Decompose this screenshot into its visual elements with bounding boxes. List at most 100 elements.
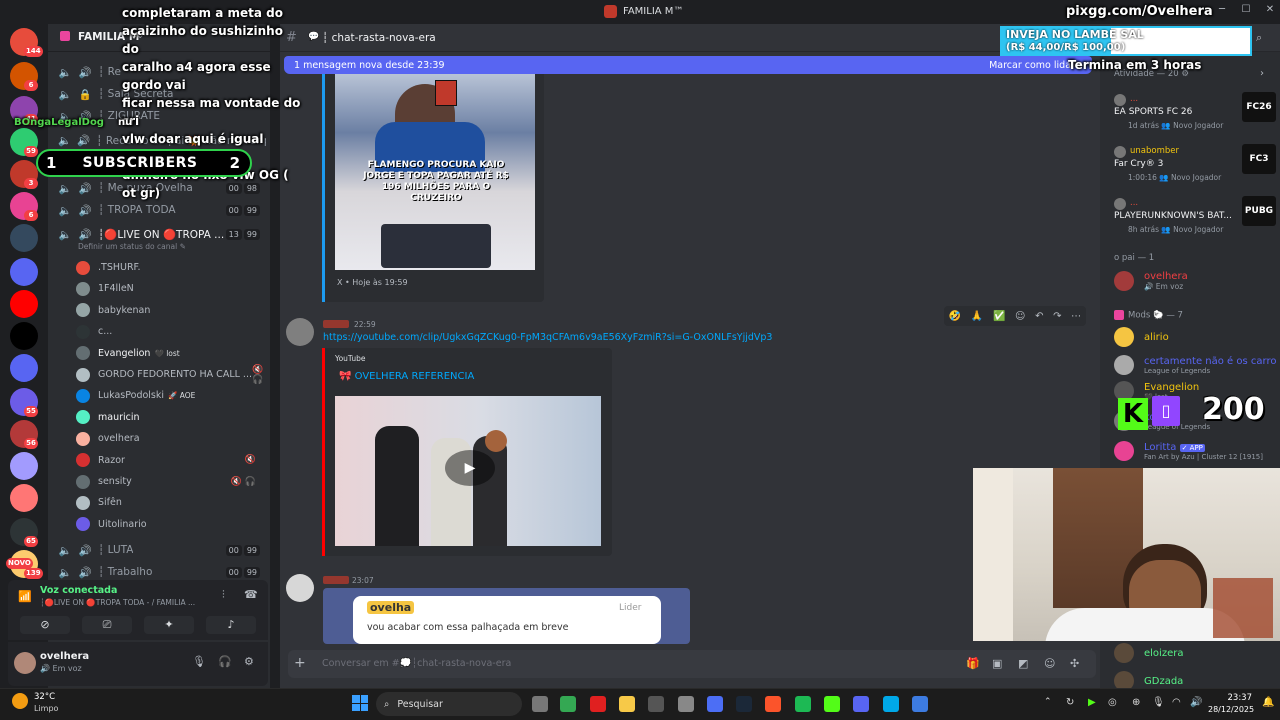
voice-member[interactable]: Uitolinario [76, 515, 266, 534]
laugh-emoji-icon[interactable]: 🤣 [949, 311, 961, 322]
mic-tray-icon[interactable]: 🎙 [1152, 697, 1165, 708]
noise-icon[interactable]: ⫶ [222, 588, 225, 602]
chevron-up-icon[interactable]: ⌃ [1044, 697, 1052, 707]
forward-icon[interactable]: ↷ [1053, 311, 1061, 322]
play-icon[interactable]: ▶ [445, 450, 495, 486]
windows-start-icon[interactable] [352, 695, 368, 711]
opera-icon[interactable] [590, 696, 606, 712]
add-reaction-icon[interactable]: ☺ [1015, 311, 1025, 322]
new-messages-bar[interactable]: 1 mensagem nova desde 23:39 Marcar como … [284, 56, 1092, 74]
message-input[interactable]: Conversar em #💭┆chat-rasta-nova-era [322, 658, 511, 669]
app-icon[interactable] [648, 696, 664, 712]
voice-channel[interactable]: 🔈 🔊 ┆ TROPA TODA 00 99 [52, 200, 266, 220]
play-tray-icon[interactable]: ▶ [1088, 697, 1096, 708]
disconnect-icon[interactable]: ☎ [244, 588, 258, 601]
channel-status-hint[interactable]: Definir um status do canal ✎ [78, 242, 186, 251]
play-app-icon[interactable] [824, 696, 840, 712]
sync-icon[interactable]: ↻ [1066, 697, 1074, 708]
voice-member[interactable]: babykenan [76, 301, 266, 320]
wifi-icon[interactable]: ◠ [1172, 697, 1181, 708]
avatar[interactable] [14, 652, 36, 674]
emoji-icon[interactable]: ☺ [1044, 657, 1055, 670]
photos-icon[interactable] [912, 696, 928, 712]
voice-member[interactable]: Sifên [76, 493, 266, 512]
clock-date[interactable]: 28/12/2025 [1208, 705, 1254, 714]
screen-share-icon[interactable]: ⎚ [82, 616, 132, 634]
weather-icon[interactable] [12, 693, 28, 709]
voice-member[interactable]: sensity 🔇 🎧 [76, 472, 266, 491]
globe-icon[interactable]: ⊕ [1132, 697, 1140, 708]
gif-icon[interactable]: ▣ [992, 657, 1002, 670]
voice-member[interactable]: LukasPodolski 🚀 AOE [76, 386, 266, 405]
author-name[interactable] [323, 576, 349, 584]
pray-emoji-icon[interactable]: 🙏 [971, 311, 983, 322]
clock-time[interactable]: 23:37 [1226, 693, 1253, 703]
camera-off-icon[interactable]: ⊘ [20, 616, 70, 634]
voice-member[interactable]: Razor 🔇 [76, 451, 266, 470]
gift-icon[interactable]: 🎁 [966, 657, 980, 670]
notification-icon[interactable]: 🔔 [1262, 697, 1274, 708]
minimize-icon[interactable]: ─ [1214, 4, 1230, 18]
apps-icon[interactable]: ✣ [1070, 657, 1079, 670]
server-icon[interactable] [10, 322, 38, 350]
microphone-icon[interactable]: 🎙 [192, 655, 206, 668]
soundboard-icon[interactable]: ♪ [206, 616, 256, 634]
video-thumbnail[interactable]: ▶ [335, 396, 601, 546]
notes-icon[interactable] [883, 696, 899, 712]
voice-channel[interactable]: ┆🔴LIVE ON 🔴TROPA TODA - / FAMILIA ... [40, 598, 195, 607]
network-icon[interactable]: ◎ [1108, 697, 1117, 708]
voice-member[interactable]: .TSHURF. [76, 258, 266, 277]
folder-icon[interactable] [619, 696, 635, 712]
more-icon[interactable]: ⋯ [1071, 311, 1081, 322]
server-icon[interactable] [10, 224, 38, 252]
volume-icon[interactable]: 🔊 [1190, 697, 1202, 708]
voice-channel[interactable]: 🔈 🔊 ┆ LUTA 00 99 [52, 540, 266, 560]
spotify-icon[interactable] [795, 696, 811, 712]
steam-icon[interactable] [736, 696, 752, 712]
voice-channel[interactable]: 🔈 🔊 ┆ Trabalho 00 99 [52, 562, 266, 582]
maximize-icon[interactable]: ☐ [1238, 4, 1254, 18]
close-icon[interactable]: ✕ [1262, 4, 1278, 18]
member-item[interactable]: eloizera [1114, 642, 1276, 664]
server-icon[interactable] [10, 290, 38, 318]
sticker-icon[interactable]: ◩ [1018, 657, 1028, 670]
voice-member[interactable]: ovelhera [76, 429, 266, 448]
server-icon[interactable] [10, 484, 38, 512]
activities-icon[interactable]: ✦ [144, 616, 194, 634]
voice-member[interactable]: mauricin [76, 408, 266, 427]
voice-channel[interactable]: 🔈 🔊 ┆🔴LIVE ON 🔴TROPA ... 13 99 [52, 224, 266, 244]
message-image[interactable]: ovelha Lider vou acabar com essa palhaça… [323, 588, 690, 644]
obs-icon[interactable] [678, 696, 694, 712]
member-item[interactable]: Loritta ✓ APP Fan Art by Azu | Cluster 12… [1114, 440, 1276, 462]
voice-member[interactable]: 1F4lleN [76, 279, 266, 298]
taskbar-search[interactable]: ⌕ Pesquisar [376, 692, 522, 716]
reply-icon[interactable]: ↶ [1035, 311, 1043, 322]
gear-icon[interactable]: ⚙ [244, 655, 254, 668]
voice-member[interactable]: c... [76, 322, 266, 341]
voice-member[interactable]: Evangelion 🖤 lost [76, 344, 266, 363]
avatar[interactable] [286, 574, 314, 602]
embed-title[interactable]: 🎀 OVELHERA REFERENCIA [339, 371, 474, 382]
author-name[interactable] [323, 320, 349, 328]
discord-icon[interactable] [853, 696, 869, 712]
check-emoji-icon[interactable]: ✅ [993, 311, 1005, 322]
arrow-app-icon[interactable] [707, 696, 723, 712]
activity-item[interactable]: unabomber Far Cry® 3 1:00:16 👥 Novo Jogado… [1110, 144, 1276, 188]
chevron-right-icon[interactable]: › [1260, 68, 1264, 79]
avatar[interactable] [286, 318, 314, 346]
message-link[interactable]: https://youtube.com/clip/UgkxGqZCKug0-Fp… [323, 332, 793, 343]
server-icon[interactable] [10, 452, 38, 480]
server-icon[interactable] [10, 258, 38, 286]
plus-icon[interactable]: + [294, 655, 306, 671]
activity-item[interactable]: ... PLAYERUNKNOWN'S BAT... 8h atrás 👥 Novo… [1110, 196, 1276, 240]
member-item[interactable]: ovelhera 🔊 Em voz [1114, 270, 1276, 292]
server-icon[interactable] [10, 354, 38, 382]
search-icon[interactable]: ⌕ [1256, 31, 1262, 45]
voice-member[interactable]: GORDO FEDORENTO HA CALL ... 🔇 🎧 [76, 365, 266, 385]
member-item[interactable]: alirio [1114, 326, 1276, 348]
brave-icon[interactable] [765, 696, 781, 712]
headphones-icon[interactable]: 🎧 [218, 655, 232, 668]
embed-image[interactable]: FLAMENGO PROCURA KAIO JORGE E TOPA PAGAR… [335, 74, 535, 270]
chrome-icon[interactable] [560, 696, 576, 712]
member-item[interactable]: certamente não é os carros League of Lege… [1114, 354, 1276, 376]
